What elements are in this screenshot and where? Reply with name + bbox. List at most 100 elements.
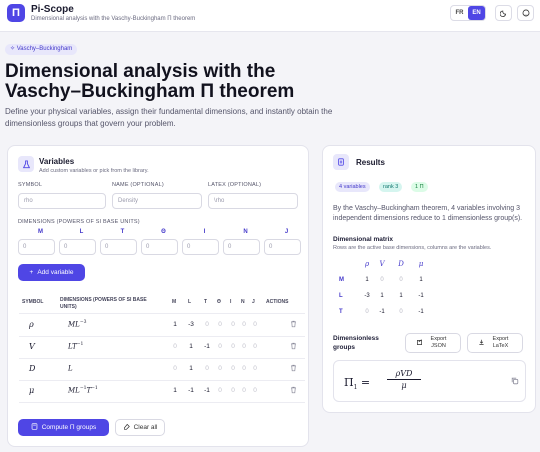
dim-header-t: T xyxy=(120,229,125,235)
matrix-cell: -1 xyxy=(418,309,424,315)
language-fr-button[interactable]: FR xyxy=(451,6,468,20)
dimension-exponent: −3 xyxy=(79,320,87,325)
copy-button[interactable] xyxy=(511,377,519,387)
eraser-icon xyxy=(123,423,130,432)
variable-symbol: D xyxy=(29,364,36,373)
matrix-cell: 0 xyxy=(399,309,403,315)
power-cell: 0 xyxy=(231,321,235,328)
matrix-cell: 1 xyxy=(419,277,423,283)
table-header-m: M xyxy=(172,299,177,305)
power-cell: 0 xyxy=(242,365,246,372)
dim-input-t[interactable]: 0 xyxy=(100,239,137,255)
dim-header-l: L xyxy=(79,229,84,235)
table-header-n: N xyxy=(241,299,245,305)
results-card: Results 4 variables rank 3 1 Π By the Va… xyxy=(322,145,536,413)
matrix-cell: 1 xyxy=(380,293,384,299)
power-cell: 0 xyxy=(205,365,209,372)
pi-numerator: ρVD xyxy=(387,369,421,380)
results-summary: By the Vaschy–Buckingham theorem, 4 vari… xyxy=(333,205,523,222)
table-header-i: I xyxy=(230,299,232,305)
export-icon xyxy=(416,338,423,348)
matrix-cell: 1 xyxy=(399,293,403,299)
github-icon xyxy=(522,9,529,17)
matrix-cell: -3 xyxy=(364,293,370,299)
table-divider xyxy=(19,313,305,314)
power-cell: 0 xyxy=(173,365,177,372)
pi-group-fraction: ρVD μ xyxy=(387,369,421,390)
power-cell: 0 xyxy=(218,343,222,350)
variables-subtitle: Add custom variables or pick from the li… xyxy=(39,168,149,174)
dim-input-theta[interactable]: 0 xyxy=(141,239,178,255)
power-cell: -1 xyxy=(204,343,210,350)
add-variable-button[interactable]: + Add variable xyxy=(18,264,85,281)
dim-input-l[interactable]: 0 xyxy=(59,239,96,255)
matrix-col-header: D xyxy=(398,260,404,268)
app-name: Pi-Scope xyxy=(31,4,74,15)
export-json-label: Export JSON xyxy=(430,336,447,349)
theme-toggle-button[interactable] xyxy=(495,5,512,21)
compute-groups-label: Compute Π groups xyxy=(41,424,97,431)
pi-group-card: Π1 = ρVD μ xyxy=(333,360,526,402)
symbol-input[interactable]: rho xyxy=(18,193,106,209)
theorem-badge: ✧ Vaschy–Buckingham xyxy=(5,44,78,55)
dimension-base: ML xyxy=(68,386,80,395)
language-en-button[interactable]: EN xyxy=(468,6,485,20)
variable-symbol: μ xyxy=(29,386,35,395)
power-cell: 0 xyxy=(218,321,222,328)
power-cell: 0 xyxy=(253,365,257,372)
pi-count-pill: 1 Π xyxy=(411,182,428,192)
power-cell: 1 xyxy=(173,387,177,394)
power-cell: 0 xyxy=(231,387,235,394)
compute-groups-button[interactable]: Compute Π groups xyxy=(18,419,109,436)
moon-icon xyxy=(499,10,506,17)
delete-variable-button[interactable] xyxy=(290,342,297,352)
variable-symbol: ρ xyxy=(29,320,34,329)
power-cell: 1 xyxy=(189,343,193,350)
export-json-button[interactable]: Export JSON xyxy=(405,333,461,353)
table-row-divider xyxy=(19,380,305,381)
power-cell: 0 xyxy=(253,321,257,328)
table-header-j: J xyxy=(252,299,255,305)
pi-denominator: μ xyxy=(401,381,407,390)
plus-icon: + xyxy=(29,269,34,276)
top-bar: Π Pi-Scope Dimensional analysis with the… xyxy=(0,0,540,32)
equals-sign: = xyxy=(360,376,371,389)
name-label: NAME (OPTIONAL) xyxy=(112,182,164,188)
matrix-row-header: L xyxy=(339,293,343,299)
power-cell: 0 xyxy=(253,387,257,394)
delete-variable-button[interactable] xyxy=(290,364,297,374)
power-cell: 0 xyxy=(242,387,246,394)
dim-input-i[interactable]: 0 xyxy=(182,239,219,255)
dim-input-n[interactable]: 0 xyxy=(223,239,260,255)
power-cell: 1 xyxy=(189,365,193,372)
delete-variable-button[interactable] xyxy=(290,320,297,330)
power-cell: 0 xyxy=(253,343,257,350)
clear-all-button[interactable]: Clear all xyxy=(115,419,165,436)
sparkle-icon: ✧ xyxy=(10,46,17,52)
power-cell: 0 xyxy=(242,321,246,328)
matrix-cell: 1 xyxy=(365,277,369,283)
variable-dimension: ML−3 xyxy=(68,320,86,328)
power-cell: 0 xyxy=(231,365,235,372)
matrix-cell: 0 xyxy=(399,277,403,283)
export-latex-button[interactable]: Export LaTeX xyxy=(467,333,523,353)
github-button[interactable] xyxy=(517,5,534,21)
clear-all-label: Clear all xyxy=(133,424,158,431)
latex-input[interactable]: \rho xyxy=(208,193,298,209)
dim-input-m[interactable]: 0 xyxy=(18,239,55,255)
latex-label: LATEX (OPTIONAL) xyxy=(208,182,262,188)
app-logo: Π xyxy=(7,4,25,22)
page-description: Define your physical variables, assign t… xyxy=(5,107,333,128)
matrix-cell: -1 xyxy=(418,293,424,299)
flask-icon xyxy=(18,156,34,172)
name-input[interactable]: Density xyxy=(112,193,202,209)
matrix-title: Dimensional matrix xyxy=(333,236,393,243)
dimension-base: ML xyxy=(68,320,80,329)
add-variable-label: Add variable xyxy=(37,269,74,276)
dim-input-j[interactable]: 0 xyxy=(264,239,301,255)
delete-variable-button[interactable] xyxy=(290,386,297,396)
results-icon xyxy=(333,154,349,170)
power-cell: 0 xyxy=(231,343,235,350)
pi-group-lhs: Π1 = xyxy=(344,376,370,391)
matrix-cell: 0 xyxy=(380,277,384,283)
